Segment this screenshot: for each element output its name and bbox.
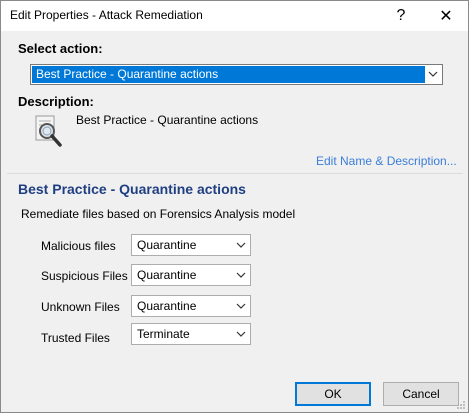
chevron-down-icon	[236, 272, 246, 278]
malicious-files-value: Quarantine	[137, 238, 197, 252]
trusted-files-value: Terminate	[137, 327, 190, 341]
suspicious-files-value: Quarantine	[137, 268, 197, 282]
trusted-files-select[interactable]: Terminate	[131, 323, 251, 345]
policy-title: Best Practice - Quarantine actions	[18, 181, 246, 197]
chevron-down-icon	[236, 331, 246, 337]
malicious-files-select[interactable]: Quarantine	[131, 234, 251, 256]
suspicious-files-select[interactable]: Quarantine	[131, 264, 251, 286]
chevron-down-icon	[428, 71, 438, 77]
chevron-down-icon	[236, 242, 246, 248]
window-title: Edit Properties - Attack Remediation	[10, 8, 203, 22]
edit-name-description-link[interactable]: Edit Name & Description...	[316, 154, 457, 168]
malicious-files-label: Malicious files	[41, 239, 116, 253]
select-action-value: Best Practice - Quarantine actions	[32, 66, 425, 83]
trusted-files-label: Trusted Files	[41, 331, 110, 345]
chevron-down-icon	[236, 303, 246, 309]
policy-subtitle: Remediate files based on Forensics Analy…	[21, 207, 296, 221]
dialog-window: Edit Properties - Attack Remediation ? ✕…	[0, 0, 469, 413]
description-text: Best Practice - Quarantine actions	[76, 113, 259, 127]
suspicious-files-label: Suspicious Files	[41, 269, 128, 283]
ok-button[interactable]: OK	[295, 382, 371, 406]
select-action-dropdown[interactable]: Best Practice - Quarantine actions	[30, 64, 443, 85]
unknown-files-label: Unknown Files	[41, 300, 120, 314]
resize-grip-icon[interactable]	[456, 400, 466, 410]
help-button[interactable]: ?	[381, 1, 421, 31]
divider	[7, 173, 463, 174]
select-action-label: Select action:	[18, 41, 103, 56]
unknown-files-select[interactable]: Quarantine	[131, 295, 251, 317]
title-bar: Edit Properties - Attack Remediation ? ✕	[1, 1, 468, 31]
unknown-files-value: Quarantine	[137, 299, 197, 313]
close-button[interactable]: ✕	[426, 1, 466, 31]
magnifier-document-icon	[35, 115, 62, 147]
cancel-button[interactable]: Cancel	[383, 382, 459, 406]
description-label: Description:	[18, 94, 94, 109]
